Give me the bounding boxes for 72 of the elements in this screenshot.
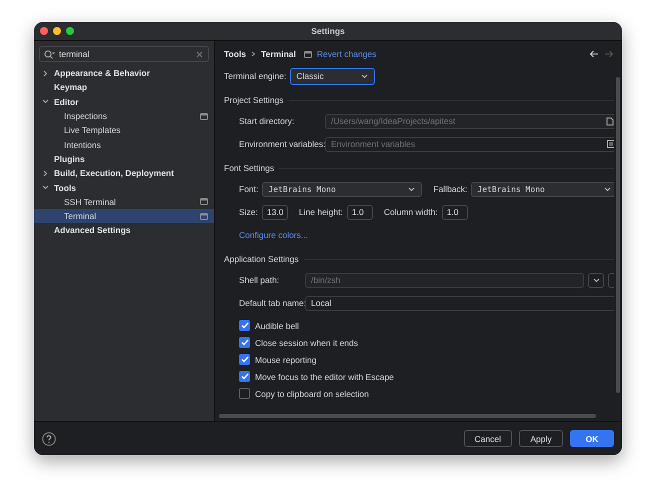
configure-colors-link[interactable]: Configure colors... <box>239 230 308 240</box>
dropdown-button[interactable] <box>588 272 604 288</box>
breadcrumb-item[interactable]: Terminal <box>261 49 296 59</box>
tree-item[interactable]: Keymap <box>34 80 214 95</box>
checkbox[interactable] <box>239 337 250 348</box>
environment-variables-field[interactable]: Environment variables <box>325 136 614 152</box>
dialog-button[interactable]: Apply <box>519 430 563 447</box>
section-title: Font Settings <box>224 163 274 173</box>
field-label: Font: <box>239 184 258 194</box>
ok-button[interactable]: OK <box>570 430 614 447</box>
tree-item[interactable]: Inspections <box>34 108 214 124</box>
tree-item[interactable]: Build, Execution, Deployment <box>34 166 214 180</box>
field-label: Shell path: <box>239 275 280 285</box>
breadcrumb-item[interactable]: Tools <box>224 49 246 59</box>
section-title: Project Settings <box>224 95 284 105</box>
clear-icon[interactable] <box>196 50 203 58</box>
checkbox[interactable] <box>239 388 250 399</box>
close-button[interactable] <box>40 27 48 35</box>
tree-item[interactable]: Editor <box>34 94 214 109</box>
field-label: Column width: <box>384 207 438 217</box>
checkbox[interactable] <box>239 371 250 382</box>
font-dropdown[interactable]: JetBrains Mono <box>262 182 422 196</box>
project-icon <box>304 50 312 58</box>
tree-item[interactable]: Advanced Settings <box>34 223 214 238</box>
checkbox[interactable] <box>239 354 250 365</box>
revert-changes-link[interactable]: Revert changes <box>316 49 376 59</box>
chevron-down-icon <box>604 186 611 192</box>
chevron-down-icon <box>408 186 416 192</box>
field-label: Start directory: <box>239 116 296 126</box>
field-label: Size: <box>239 207 258 217</box>
chevron-down-icon <box>592 278 600 282</box>
line-height-field[interactable]: 1.0 <box>346 204 373 220</box>
dialog-button[interactable]: Cancel <box>464 430 512 447</box>
minimize-button[interactable] <box>53 27 61 35</box>
back-arrow-icon[interactable] <box>589 50 599 58</box>
field-label: Line height: <box>298 207 343 217</box>
help-button[interactable] <box>42 432 56 446</box>
tree-item[interactable]: Appearance & Behavior <box>34 66 214 80</box>
tree-item[interactable]: Tools <box>34 180 214 195</box>
list-icon[interactable] <box>607 140 614 148</box>
checkbox-label: Copy to clipboard on selection <box>255 388 369 398</box>
folder-icon[interactable] <box>606 116 614 126</box>
chevron-down-icon[interactable] <box>42 98 49 106</box>
checkbox-label: Mouse reporting <box>255 354 316 364</box>
search-icon <box>44 50 55 58</box>
chevron-right-icon[interactable] <box>42 70 49 77</box>
checkbox-label: Audible bell <box>255 320 299 330</box>
tree-item[interactable]: Intentions <box>34 137 214 152</box>
field-label: Fallback: <box>433 184 468 194</box>
column-width-field[interactable]: 1.0 <box>442 204 468 220</box>
chevron-right-icon[interactable] <box>42 170 49 177</box>
chevron-right-icon <box>251 51 256 57</box>
tree-item[interactable]: Live Templates <box>34 123 214 138</box>
engine-dropdown[interactable]: Classic <box>290 68 376 84</box>
search-field[interactable]: terminal <box>39 46 209 62</box>
chevron-down-icon <box>361 74 368 78</box>
section-title: Application Settings <box>224 254 299 264</box>
tree-item[interactable]: Terminal <box>34 208 214 224</box>
field-label: Terminal engine: <box>224 71 286 81</box>
checkbox-label: Move focus to the editor with Escape <box>255 372 394 382</box>
scrollbar[interactable] <box>616 77 620 393</box>
size-field[interactable]: 13.0 <box>262 204 288 220</box>
checkbox[interactable] <box>239 320 250 331</box>
chevron-down-icon[interactable] <box>42 184 49 192</box>
checkbox-label: Close session when it ends <box>255 338 358 348</box>
window-title: Settings <box>311 26 345 36</box>
zoom-button[interactable] <box>66 27 74 35</box>
tree-item[interactable]: Plugins <box>34 152 214 166</box>
fallback-dropdown[interactable]: JetBrains Mono <box>471 182 614 196</box>
default-tab-name-field[interactable]: Local <box>305 296 614 310</box>
scrollbar[interactable] <box>219 414 596 418</box>
tree-item[interactable]: SSH Terminal <box>34 194 214 209</box>
